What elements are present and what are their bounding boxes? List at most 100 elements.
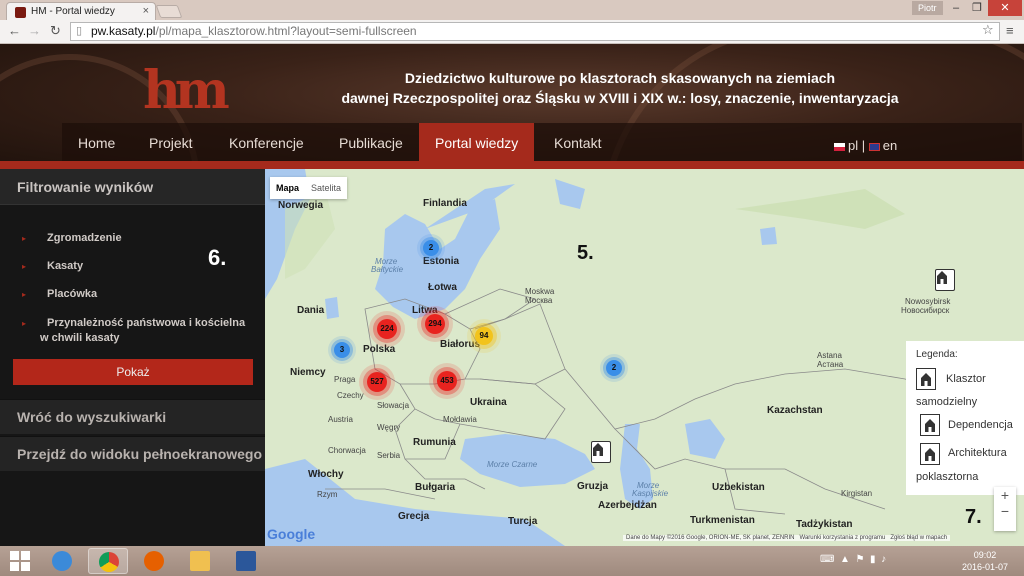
- expand-arrow-icon: ▸: [22, 234, 27, 243]
- forward-arrow-icon[interactable]: →: [28, 23, 41, 38]
- cluster-marker[interactable]: 2: [423, 240, 439, 256]
- tab-title: HM - Portal wiedzy: [31, 6, 115, 17]
- show-button[interactable]: Pokaż: [13, 359, 253, 385]
- browser-menu-icon[interactable]: ≡: [1006, 23, 1014, 38]
- firefox-glyph-icon: [144, 551, 164, 571]
- lang-en[interactable]: en: [883, 138, 897, 153]
- label-country: Słowacja: [377, 401, 410, 410]
- site-favicon-icon: [15, 7, 26, 18]
- url-field[interactable]: ▯ pw.kasaty.pl/pl/mapa_klasztorow.html?l…: [70, 22, 1000, 41]
- lang-separator: |: [858, 138, 869, 153]
- label-city: Rzym: [317, 490, 338, 499]
- label-country: Dania: [297, 305, 325, 316]
- church-icon: [921, 373, 931, 386]
- polish-flag-icon: [834, 142, 845, 151]
- label-country: Łotwa: [428, 282, 457, 293]
- cluster-marker[interactable]: 527: [367, 372, 387, 392]
- word-icon[interactable]: [226, 548, 266, 574]
- cluster-marker[interactable]: 453: [437, 371, 457, 391]
- system-clock[interactable]: 09:02 2016-01-07: [960, 549, 1010, 573]
- map-type-map[interactable]: Mapa: [270, 177, 305, 199]
- label-country: Węgry: [377, 423, 401, 432]
- label-country: Ukraina: [470, 397, 507, 408]
- minimize-icon[interactable]: –: [946, 0, 966, 16]
- fullscreen-view-link[interactable]: Przejdź do widoku pełnoekranowego: [0, 436, 265, 471]
- label-country: Uzbekistan: [712, 482, 765, 493]
- back-arrow-icon[interactable]: ←: [8, 23, 21, 38]
- site-headline: Dziedzictwo kulturowe po klasztorach ska…: [320, 68, 920, 108]
- site-logo[interactable]: hm: [143, 60, 230, 121]
- monastery-legend-icon: [916, 368, 936, 390]
- chrome-icon[interactable]: [88, 548, 128, 574]
- nav-portal-wiedzy[interactable]: Portal wiedzy: [419, 123, 535, 161]
- label-country: Polska: [363, 344, 396, 355]
- monastery-marker[interactable]: [935, 269, 955, 291]
- map-report-link[interactable]: Zgłoś błąd w mapach: [890, 535, 947, 541]
- lang-pl[interactable]: pl: [848, 138, 858, 153]
- filter-label-line-2: w chwili kasaty: [40, 332, 120, 344]
- zoom-control: + −: [994, 487, 1016, 531]
- bookmark-star-icon[interactable]: ☆: [982, 22, 994, 38]
- cluster-marker[interactable]: 294: [425, 314, 445, 334]
- expand-arrow-icon: ▸: [22, 319, 27, 328]
- label-sea: Morze Czarne: [487, 460, 538, 469]
- windows-logo-icon: [10, 551, 30, 571]
- tab-close-icon[interactable]: ×: [143, 5, 149, 17]
- browser-titlebar: HM - Portal wiedzy × Piotr – ❐ ✕: [0, 0, 1024, 20]
- firefox-icon[interactable]: [134, 548, 174, 574]
- word-glyph-icon: [236, 551, 256, 571]
- back-to-search-link[interactable]: Wróć do wyszukiwarki: [0, 399, 265, 434]
- file-explorer-icon[interactable]: [180, 548, 220, 574]
- legend-item: poklasztorna: [916, 471, 979, 483]
- reload-icon[interactable]: ↻: [50, 23, 61, 39]
- label-country: Serbia: [377, 451, 401, 460]
- cluster-marker[interactable]: 94: [475, 327, 493, 345]
- label-country: Azerbejdżan: [598, 500, 657, 511]
- flag-icon[interactable]: ⚑: [855, 554, 864, 565]
- label-city: Astana: [817, 351, 842, 360]
- zoom-in-button[interactable]: +: [994, 487, 1016, 503]
- cluster-marker[interactable]: 224: [377, 319, 397, 339]
- monastery-marker[interactable]: [591, 441, 611, 463]
- network-icon[interactable]: ▮: [870, 554, 876, 565]
- zoom-out-button[interactable]: −: [994, 503, 1016, 519]
- browser-tab[interactable]: HM - Portal wiedzy ×: [6, 2, 156, 20]
- keyboard-icon[interactable]: ⌨: [820, 554, 834, 565]
- label-country: Włochy: [308, 469, 344, 480]
- maximize-icon[interactable]: ❐: [966, 0, 988, 16]
- label-country: Kazachstan: [767, 405, 823, 416]
- nav-kontakt[interactable]: Kontakt: [538, 123, 617, 161]
- headline-line-2: dawnej Rzeczpospolitej oraz Śląsku w XVI…: [341, 90, 899, 106]
- windows-start-icon[interactable]: [2, 548, 42, 574]
- cluster-marker[interactable]: 3: [334, 342, 350, 358]
- address-toolbar: ← → ↻ ▯ pw.kasaty.pl/pl/mapa_klasztorow.…: [0, 20, 1024, 44]
- label-city: Praga: [334, 375, 356, 384]
- close-window-icon[interactable]: ✕: [988, 0, 1022, 16]
- map-terms-link[interactable]: Warunki korzystania z programu: [800, 535, 886, 541]
- label-country: Austria: [328, 415, 353, 424]
- tray-up-icon[interactable]: ▲: [840, 554, 850, 565]
- nav-home[interactable]: Home: [62, 123, 131, 161]
- nav-konferencje[interactable]: Konferencje: [213, 123, 320, 161]
- chrome-glyph-icon: [99, 552, 119, 572]
- monastery-map[interactable]: Mapa Satelita Norwegia Finlandia Estonia…: [265, 169, 1024, 546]
- site-header: hm Dziedzictwo kulturowe po klasztorach …: [0, 44, 1024, 170]
- label-country: Tadżykistan: [796, 519, 853, 530]
- nav-projekt[interactable]: Projekt: [133, 123, 209, 161]
- map-type-satellite[interactable]: Satelita: [305, 177, 347, 199]
- new-tab-button[interactable]: [155, 5, 183, 18]
- map-type-control: Mapa Satelita: [270, 177, 348, 199]
- url-host: pw.kasaty.pl: [91, 24, 156, 38]
- label-country: Bułgaria: [415, 482, 456, 493]
- nav-publikacje[interactable]: Publikacje: [323, 123, 419, 161]
- ie-glyph-icon: [52, 551, 72, 571]
- google-logo[interactable]: Google: [267, 526, 315, 542]
- legend-item: samodzielny: [916, 396, 978, 408]
- profile-name[interactable]: Piotr: [912, 1, 943, 15]
- cluster-marker[interactable]: 2: [606, 360, 622, 376]
- internet-explorer-icon[interactable]: [42, 548, 82, 574]
- label-country: Czechy: [337, 391, 364, 400]
- filter-label: Przynależność państwowa i kościelna: [47, 317, 246, 329]
- volume-icon[interactable]: ♪: [881, 554, 886, 565]
- page-info-icon[interactable]: ▯: [76, 23, 82, 40]
